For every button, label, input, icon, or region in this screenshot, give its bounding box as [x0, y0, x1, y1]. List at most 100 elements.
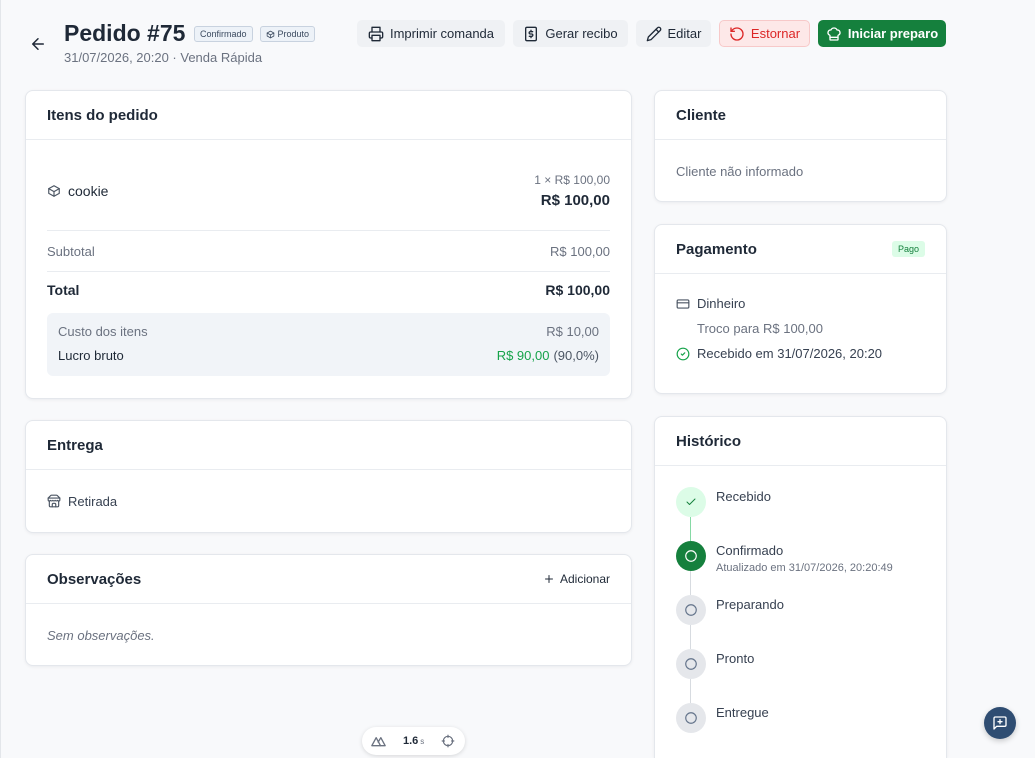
status-badge: Confirmado — [194, 26, 253, 42]
order-timeline: Recebido Confirmado Atualizado em 31/07/… — [655, 466, 946, 757]
generate-receipt-label: Gerar recibo — [545, 26, 618, 41]
item-name: cookie — [68, 183, 109, 199]
timeline-step-preparing: Preparando — [676, 595, 925, 649]
dev-indicator[interactable]: 1.6 s — [362, 727, 465, 755]
feedback-chat-button[interactable] — [984, 707, 1016, 739]
timeline-step-timestamp: Atualizado em 31/07/2026, 20:20:49 — [716, 562, 893, 574]
circle-icon — [684, 603, 698, 617]
type-badge-label: Produto — [277, 29, 310, 39]
timeline-step-ready: Pronto — [676, 649, 925, 703]
circle-icon — [684, 657, 698, 671]
notes-header: Observações Adicionar — [26, 555, 631, 604]
sidebar-edge — [0, 0, 1, 758]
message-plus-icon — [992, 715, 1008, 731]
timeline-step-marker — [676, 487, 706, 517]
timeline-step-marker — [676, 649, 706, 679]
cost-label: Custo dos itens — [58, 323, 148, 339]
customer-card: Cliente Cliente não informado — [654, 90, 947, 202]
render-time: 1.6 s — [403, 734, 424, 749]
timeline-step-confirmed: Confirmado Atualizado em 31/07/2026, 20:… — [676, 541, 925, 595]
cost-value: R$ 10,00 — [546, 323, 599, 339]
item-quantity-price: 1 × R$ 100,00 — [534, 172, 610, 187]
subtotal-row: Subtotal R$ 100,00 — [47, 231, 610, 272]
generate-receipt-button[interactable]: Gerar recibo — [513, 20, 628, 47]
payment-title: Pagamento — [676, 240, 757, 258]
total-row: Total R$ 100,00 — [47, 272, 610, 308]
status-badge-label: Confirmado — [200, 29, 247, 39]
plus-icon — [543, 573, 555, 585]
timeline-step-label: Pronto — [716, 651, 755, 666]
printer-icon — [368, 26, 384, 42]
order-items-title: Itens do pedido — [47, 106, 158, 124]
add-note-label: Adicionar — [559, 572, 610, 586]
type-badge: Produto — [259, 26, 316, 42]
timeline-step-label: Recebido — [716, 489, 771, 504]
delivery-header: Entrega — [26, 421, 631, 470]
timeline-connector — [690, 517, 691, 541]
edit-label: Editar — [667, 26, 702, 41]
delivery-title: Entrega — [47, 436, 103, 454]
render-time-unit: s — [420, 737, 425, 746]
subtotal-label: Subtotal — [47, 243, 95, 259]
profit-summary: Custo dos itens R$ 10,00 Lucro bruto R$ … — [47, 313, 610, 376]
delivery-method: Retirada — [47, 494, 117, 509]
order-badges: Confirmado Produto — [194, 26, 316, 42]
circle-icon — [684, 711, 698, 725]
history-title: Histórico — [676, 432, 742, 450]
history-card: Histórico Recebido Confirmado Atualizado… — [654, 416, 947, 758]
payment-status-badge: Pago — [891, 241, 925, 257]
gross-profit-label: Lucro bruto — [58, 347, 124, 363]
back-button[interactable] — [29, 35, 47, 53]
circle-icon — [684, 549, 698, 563]
order-items-card: Itens do pedido cookie 1 × R$ 100,00 R$ … — [25, 90, 632, 399]
notes-title: Observações — [47, 570, 142, 588]
crosshair-icon[interactable] — [441, 734, 455, 748]
refund-label: Estornar — [750, 26, 801, 41]
arrow-left-icon — [29, 35, 47, 53]
item-total: R$ 100,00 — [540, 191, 610, 209]
customer-title: Cliente — [676, 106, 727, 124]
edit-button[interactable]: Editar — [636, 20, 711, 47]
refund-button[interactable]: Estornar — [719, 20, 810, 47]
header-actions: Imprimir comanda Gerar recibo Editar Est… — [357, 20, 946, 47]
gross-profit-row: Lucro bruto R$ 90,00 (90,0%) — [58, 343, 599, 367]
delivery-card: Entrega Retirada — [25, 420, 632, 533]
chef-hat-icon — [826, 26, 842, 42]
list-item: cookie 1 × R$ 100,00 R$ 100,00 — [47, 140, 610, 231]
payment-received-row: Recebido em 31/07/2026, 20:20 — [676, 341, 925, 366]
package-icon — [266, 30, 275, 39]
payment-card: Pagamento Pago Dinheiro Troco para R$ 10… — [654, 224, 947, 394]
timeline-step-marker — [676, 595, 706, 625]
timeline-connector — [690, 679, 691, 703]
logo-icon — [370, 733, 387, 749]
print-ticket-label: Imprimir comanda — [389, 26, 495, 41]
delivery-method-label: Retirada — [68, 493, 118, 509]
order-items-header: Itens do pedido — [26, 91, 631, 140]
notes-card: Observações Adicionar Sem observações. — [25, 554, 632, 666]
history-header: Histórico — [655, 417, 946, 466]
add-note-button[interactable]: Adicionar — [535, 568, 618, 590]
timeline-step-label: Preparando — [716, 597, 784, 612]
customer-header: Cliente — [655, 91, 946, 140]
timeline-step-received: Recebido — [676, 487, 925, 541]
render-time-value: 1.6 — [403, 735, 419, 747]
timeline-connector — [690, 571, 691, 595]
timeline-step-marker — [676, 541, 706, 571]
check-icon — [685, 496, 697, 508]
receipt-icon — [523, 26, 539, 42]
timeline-connector — [690, 625, 691, 649]
start-preparation-button[interactable]: Iniciar preparo — [818, 20, 946, 47]
payment-method: Dinheiro — [697, 296, 746, 311]
payment-change: Troco para R$ 100,00 — [697, 321, 823, 336]
timeline-step-label: Confirmado — [716, 543, 784, 558]
start-preparation-label: Iniciar preparo — [847, 26, 939, 41]
total-value: R$ 100,00 — [545, 282, 610, 298]
gross-profit-value: R$ 90,00 — [496, 347, 550, 363]
undo-icon — [729, 26, 745, 42]
gross-profit-percent: (90,0%) — [553, 347, 599, 363]
check-circle-icon — [676, 347, 690, 361]
pencil-icon — [646, 26, 662, 42]
store-icon — [47, 494, 61, 508]
print-ticket-button[interactable]: Imprimir comanda — [357, 20, 505, 47]
timeline-step-label: Entregue — [716, 705, 769, 720]
